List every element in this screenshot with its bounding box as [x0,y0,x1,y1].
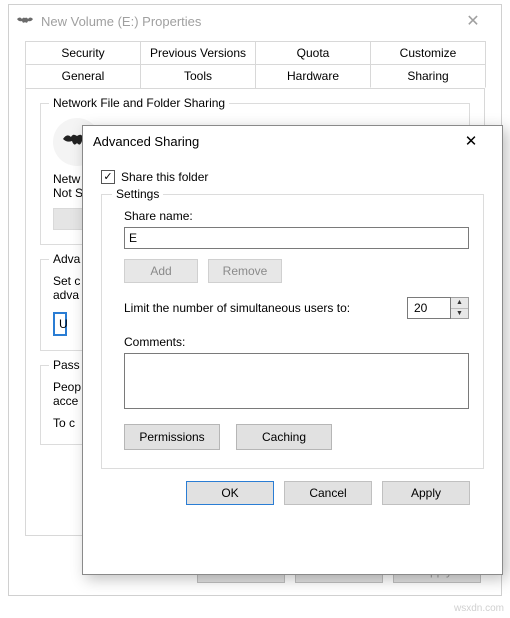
spinner-down-button[interactable]: ▼ [451,309,468,319]
remove-share-button[interactable]: Remove [208,259,282,283]
advanced-sharing-title-text: Advanced Sharing [93,134,199,149]
limit-users-spinner: ▲ ▼ [407,297,469,319]
tab-quota[interactable]: Quota [255,41,371,64]
network-sharing-title: Network File and Folder Sharing [49,96,229,110]
limit-users-input[interactable] [407,297,451,319]
advanced-sharing-body: ✓ Share this folder Settings Share name:… [83,156,502,513]
advanced-cancel-button[interactable]: Cancel [284,481,372,505]
share-this-folder-checkbox[interactable]: ✓ [101,170,115,184]
comments-textarea[interactable] [124,353,469,409]
spinner-buttons: ▲ ▼ [451,297,469,319]
limit-users-label: Limit the number of simultaneous users t… [124,301,350,315]
bat-icon [17,13,33,29]
password-group-title: Pass [49,358,84,372]
permissions-button[interactable]: Permissions [124,424,220,450]
share-this-folder-row: ✓ Share this folder [101,170,484,184]
tab-customize[interactable]: Customize [370,41,486,64]
tab-sharing[interactable]: Sharing [370,64,486,88]
settings-group-title: Settings [112,187,163,201]
add-share-button[interactable]: Add [124,259,198,283]
advanced-ok-button[interactable]: OK [186,481,274,505]
advanced-sharing-button-bg[interactable]: U [53,312,67,336]
advanced-sharing-close-button[interactable]: ✕ [450,127,492,155]
advanced-apply-button[interactable]: Apply [382,481,470,505]
advanced-sharing-titlebar: Advanced Sharing ✕ [83,126,502,156]
share-this-folder-label: Share this folder [121,170,208,184]
advanced-group-title: Adva [49,252,84,266]
share-name-input[interactable] [124,227,469,249]
comments-label: Comments: [124,335,469,349]
settings-group: Settings Share name: Add Remove Limit th… [101,194,484,469]
advanced-sharing-dialog: Advanced Sharing ✕ ✓ Share this folder S… [82,125,503,575]
caching-button[interactable]: Caching [236,424,332,450]
tab-hardware[interactable]: Hardware [255,64,371,88]
watermark: wsxdn.com [454,603,504,614]
properties-titlebar: New Volume (E:) Properties ✕ [9,5,501,37]
properties-title-text: New Volume (E:) Properties [41,14,201,29]
share-name-label: Share name: [124,209,469,223]
tab-tools[interactable]: Tools [140,64,256,88]
tab-previous-versions[interactable]: Previous Versions [140,41,256,64]
tab-general[interactable]: General [25,64,141,88]
advanced-sharing-footer: OK Cancel Apply [101,469,484,505]
tab-security[interactable]: Security [25,41,141,64]
properties-close-button[interactable]: ✕ [453,7,493,35]
spinner-up-button[interactable]: ▲ [451,298,468,309]
